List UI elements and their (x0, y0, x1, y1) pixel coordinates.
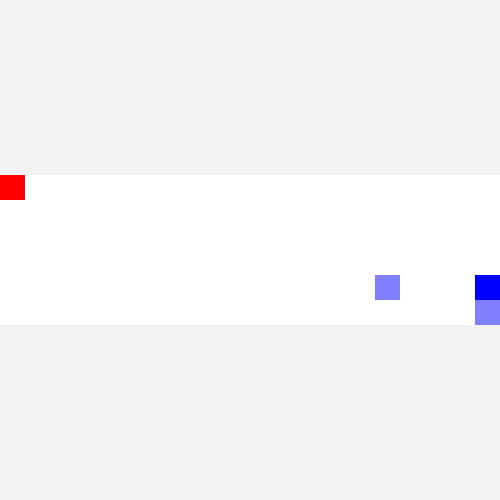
game-canvas[interactable] (0, 0, 500, 500)
agent-red-block (0, 175, 25, 200)
player-blue-block (475, 275, 500, 300)
target-faded-block (375, 275, 400, 300)
game-board[interactable] (0, 175, 500, 325)
trail-faded-block (475, 300, 500, 325)
